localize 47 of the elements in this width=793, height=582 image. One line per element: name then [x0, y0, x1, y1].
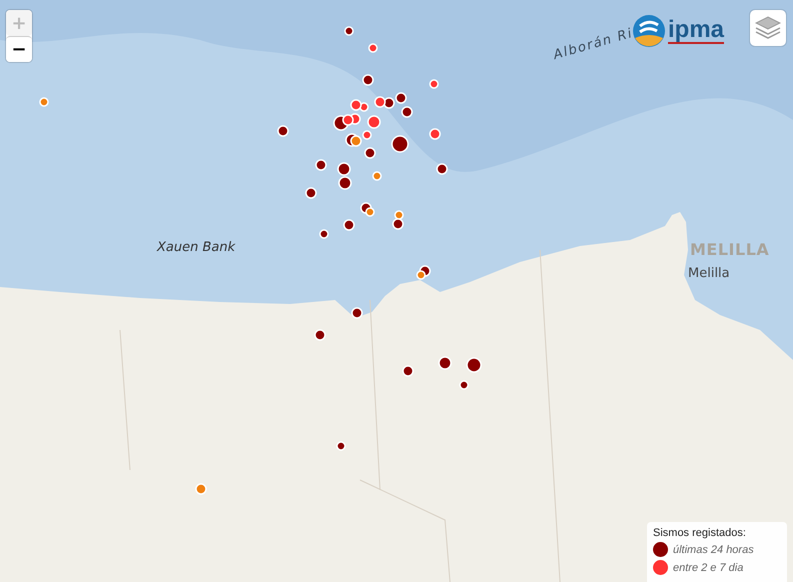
layers-icon: [755, 16, 781, 40]
earthquake-marker[interactable]: [429, 128, 441, 140]
earthquake-marker[interactable]: [365, 207, 375, 217]
earthquake-marker[interactable]: [337, 162, 351, 176]
legend-label: entre 2 e 7 dia: [673, 562, 744, 574]
legend-label: últimas 24 horas: [673, 544, 754, 556]
earthquake-marker[interactable]: [368, 43, 378, 53]
earthquake-marker[interactable]: [338, 176, 352, 190]
earthquake-marker[interactable]: [367, 115, 381, 129]
earthquake-marker[interactable]: [395, 92, 407, 104]
earthquake-marker[interactable]: [362, 130, 372, 140]
earthquake-marker[interactable]: [350, 99, 362, 111]
earthquake-marker[interactable]: [436, 163, 448, 175]
zoom-out-button[interactable]: −: [6, 36, 32, 62]
logo-wordmark: ipma: [668, 18, 724, 44]
city-label: Melilla: [688, 266, 730, 281]
earthquake-marker[interactable]: [342, 114, 354, 126]
earthquake-marker[interactable]: [362, 74, 374, 86]
earthquake-marker[interactable]: [314, 329, 326, 341]
earthquake-marker[interactable]: [39, 97, 49, 107]
earthquake-marker[interactable]: [277, 125, 289, 137]
earthquake-marker[interactable]: [315, 159, 327, 171]
earthquake-marker[interactable]: [305, 187, 317, 199]
earthquake-marker[interactable]: [195, 483, 207, 495]
earthquake-marker[interactable]: [429, 79, 439, 89]
earthquake-marker[interactable]: [374, 96, 386, 108]
earthquake-marker[interactable]: [438, 356, 452, 370]
earthquake-marker[interactable]: [343, 219, 355, 231]
layers-button[interactable]: [750, 10, 786, 46]
earthquake-marker[interactable]: [401, 106, 413, 118]
earthquake-marker[interactable]: [392, 218, 404, 230]
earthquake-marker[interactable]: [319, 229, 329, 239]
earthquake-marker[interactable]: [466, 357, 482, 373]
seafloor-feature-label: Xauen Bank: [157, 240, 236, 255]
earthquake-marker[interactable]: [344, 26, 354, 36]
earthquake-marker[interactable]: [336, 441, 346, 451]
logo-icon: [632, 14, 666, 48]
earthquake-marker[interactable]: [459, 380, 469, 390]
earthquake-marker[interactable]: [364, 147, 376, 159]
earthquake-marker[interactable]: [372, 171, 382, 181]
region-label: MELILLA: [690, 240, 770, 259]
earthquake-marker[interactable]: [351, 307, 363, 319]
earthquake-marker[interactable]: [402, 365, 414, 377]
legend-title: Sismos registados:: [653, 527, 747, 539]
earthquake-marker[interactable]: [416, 270, 426, 280]
earthquake-marker[interactable]: [391, 135, 409, 153]
earthquake-marker[interactable]: [394, 210, 404, 220]
